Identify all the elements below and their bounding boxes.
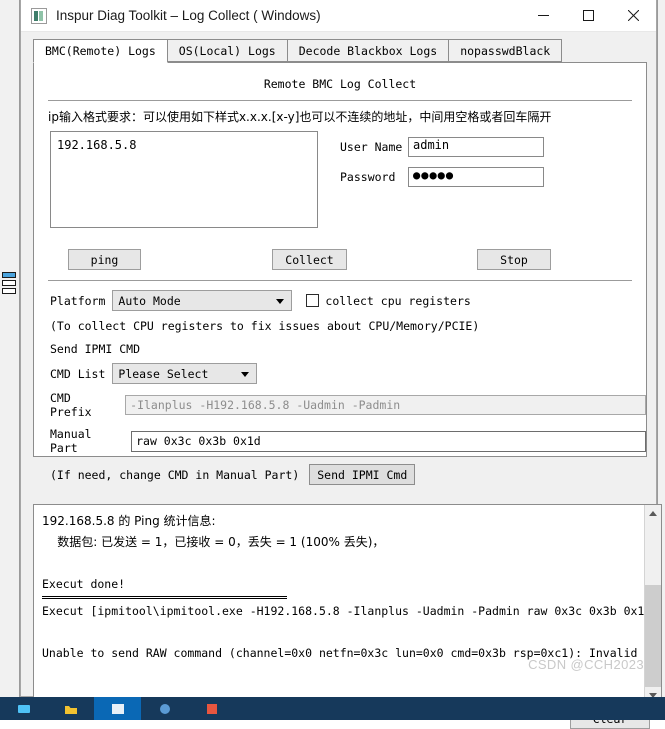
ping-button[interactable]: ping xyxy=(68,249,141,270)
app-icon xyxy=(31,8,47,24)
chevron-up-icon xyxy=(649,511,657,516)
log-output-panel: 192.168.5.8 的 Ping 统计信息: 数据包: 已发送 = 1，已接… xyxy=(33,504,662,705)
platform-label: Platform xyxy=(50,294,105,308)
taskbar-item-3[interactable] xyxy=(94,697,141,720)
stop-button[interactable]: Stop xyxy=(477,249,551,270)
send-ipmi-row: (If need, change CMD in Manual Part) Sen… xyxy=(50,464,646,485)
window-titlebar[interactable]: Inspur Diag Toolkit – Log Collect ( Wind… xyxy=(21,0,656,32)
credentials-group: User Name admin Password ●●●●● xyxy=(340,131,544,228)
background-window-rows xyxy=(2,272,16,296)
desktop-background: Inspur Diag Toolkit – Log Collect ( Wind… xyxy=(0,0,665,720)
send-ipmi-cmd-button[interactable]: Send IPMI Cmd xyxy=(309,464,415,485)
maximize-button[interactable] xyxy=(566,0,611,32)
log-line: 192.168.5.8 的 Ping 统计信息: xyxy=(42,511,636,532)
log-scrollbar[interactable] xyxy=(644,505,661,704)
password-input[interactable]: ●●●●● xyxy=(408,167,544,187)
password-label: Password xyxy=(340,170,408,184)
username-row: User Name admin xyxy=(340,137,544,157)
panel-title: Remote BMC Log Collect xyxy=(34,63,646,91)
platform-select[interactable]: Auto Mode xyxy=(112,290,292,311)
ip-credentials-row: User Name admin Password ●●●●● xyxy=(50,131,646,228)
cmd-list-select[interactable]: Please Select xyxy=(112,363,257,384)
background-row-selected xyxy=(2,272,16,278)
manual-part-input[interactable]: raw 0x3c 0x3b 0x1d xyxy=(131,431,646,452)
log-separator xyxy=(42,596,287,599)
log-line xyxy=(42,622,636,643)
tab-nopasswdblack[interactable]: nopasswdBlack xyxy=(448,39,562,62)
tab-os-local-logs[interactable]: OS(Local) Logs xyxy=(167,39,288,62)
cmd-prefix-input: -Ilanplus -H192.168.5.8 -Uadmin -Padmin xyxy=(125,395,646,415)
cpu-registers-note: (To collect CPU registers to fix issues … xyxy=(50,319,646,333)
log-line: Execut [ipmitool\ipmitool.exe -H192.168.… xyxy=(42,601,636,622)
scrollbar-thumb[interactable] xyxy=(645,585,661,687)
ip-format-hint: ip输入格式要求：可以使用如下样式x.x.x.[x-y]也可以不连续的地址，中间… xyxy=(48,108,646,125)
background-row xyxy=(2,280,16,286)
main-window: Inspur Diag Toolkit – Log Collect ( Wind… xyxy=(20,0,657,697)
send-ipmi-section-label: Send IPMI CMD xyxy=(50,342,646,356)
chevron-down-icon xyxy=(241,372,249,377)
log-line: 数据包: 已发送 = 1，已接收 = 0，丢失 = 1 (100% 丢失)， xyxy=(42,532,636,553)
manual-part-label: Manual Part xyxy=(50,427,124,455)
log-line: Execut done! xyxy=(42,574,636,595)
background-window-left[interactable] xyxy=(0,0,20,697)
minimize-button[interactable] xyxy=(521,0,566,32)
collect-button[interactable]: Collect xyxy=(272,249,347,270)
cmd-prefix-label: CMD Prefix xyxy=(50,391,118,419)
panel-divider-top xyxy=(48,100,632,101)
ip-address-input[interactable] xyxy=(50,131,318,228)
manual-part-hint: (If need, change CMD in Manual Part) xyxy=(50,468,299,482)
username-input[interactable]: admin xyxy=(408,137,544,157)
panel-divider-mid xyxy=(48,280,632,281)
taskbar-item-5[interactable] xyxy=(188,697,235,720)
window-title: Inspur Diag Toolkit – Log Collect ( Wind… xyxy=(56,8,521,23)
action-buttons-row: ping Collect Stop xyxy=(34,249,646,270)
log-output-text[interactable]: 192.168.5.8 的 Ping 统计信息: 数据包: 已发送 = 1，已接… xyxy=(34,505,644,704)
log-line: Unable to send RAW command (channel=0x0 … xyxy=(42,643,636,664)
chevron-down-icon xyxy=(276,299,284,304)
username-label: User Name xyxy=(340,140,408,154)
scrollbar-track[interactable] xyxy=(645,522,661,687)
taskbar-item-4[interactable] xyxy=(141,697,188,720)
tab-panel-bmc-remote-logs: Remote BMC Log Collect ip输入格式要求：可以使用如下样式… xyxy=(33,63,647,457)
cmd-prefix-row: CMD Prefix -Ilanplus -H192.168.5.8 -Uadm… xyxy=(50,391,646,419)
scroll-up-button[interactable] xyxy=(645,505,661,522)
windows-taskbar[interactable] xyxy=(0,697,665,720)
collect-cpu-registers-label: collect cpu registers xyxy=(325,294,470,308)
taskbar-item-2[interactable] xyxy=(47,697,94,720)
taskbar-item-1[interactable] xyxy=(0,697,47,720)
tab-decode-blackbox-logs[interactable]: Decode Blackbox Logs xyxy=(287,39,449,62)
log-line xyxy=(42,664,636,685)
collect-cpu-registers-checkbox[interactable] xyxy=(306,294,319,307)
cmd-list-row: CMD List Please Select xyxy=(50,363,646,384)
tab-bmc-remote-logs[interactable]: BMC(Remote) Logs xyxy=(33,39,168,63)
client-area: BMC(Remote) Logs OS(Local) Logs Decode B… xyxy=(21,32,656,696)
background-row xyxy=(2,288,16,294)
platform-row: Platform Auto Mode collect cpu registers xyxy=(50,290,646,311)
password-row: Password ●●●●● xyxy=(340,167,544,187)
cmd-list-label: CMD List xyxy=(50,367,105,381)
manual-part-row: Manual Part raw 0x3c 0x3b 0x1d xyxy=(50,427,646,455)
tab-strip: BMC(Remote) Logs OS(Local) Logs Decode B… xyxy=(33,40,647,63)
close-button[interactable] xyxy=(611,0,656,32)
log-line xyxy=(42,553,636,574)
